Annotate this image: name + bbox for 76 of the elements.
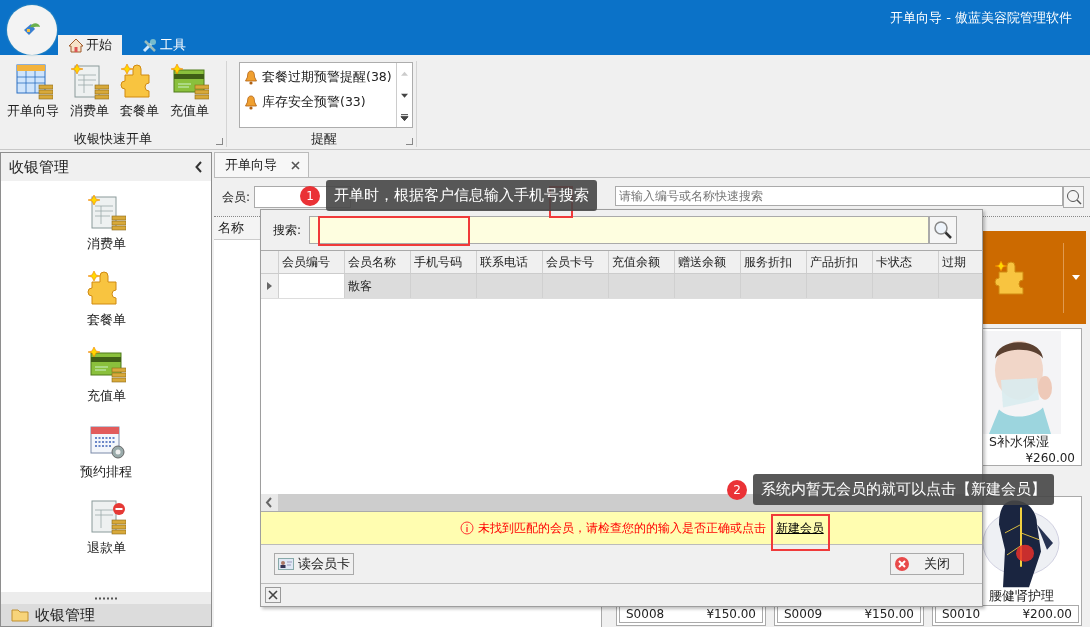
column-header[interactable]: 手机号码	[411, 251, 477, 273]
column-header[interactable]: 服务折扣	[741, 251, 807, 273]
read-card-button[interactable]: 读会员卡	[274, 553, 354, 575]
search-label: 搜索:	[273, 221, 302, 239]
column-header[interactable]: 充值余额	[609, 251, 675, 273]
launcher-icon[interactable]	[406, 138, 413, 145]
ribbon-tab[interactable]: 开始	[58, 35, 122, 55]
ribbon-button[interactable]: 消费单	[66, 61, 112, 131]
product-price: ¥150.00	[706, 607, 756, 621]
step-badge: 1	[300, 185, 320, 206]
id-card-icon	[278, 558, 294, 570]
search-button[interactable]	[1063, 186, 1085, 208]
column-header[interactable]: 会员卡号	[543, 251, 609, 273]
product-code: S0008	[626, 607, 665, 621]
column-header[interactable]: 联系电话	[477, 251, 543, 273]
search-button[interactable]	[929, 216, 958, 244]
sidebar-item[interactable]: 预约排程	[74, 419, 138, 482]
tools-icon	[142, 37, 158, 53]
bell-icon	[244, 95, 258, 110]
launcher-icon[interactable]	[216, 138, 223, 145]
sidebar-item[interactable]: 充值单	[80, 343, 132, 406]
close-icon	[268, 590, 278, 600]
folder-icon	[11, 608, 29, 622]
product-price: ¥150.00	[864, 607, 914, 621]
alert-item[interactable]: 库存安全预警(33)	[244, 92, 392, 113]
not-found-message: 未找到匹配的会员，请检查您的的输入是否正确或点击	[477, 519, 766, 537]
product-price: ¥260.00	[1024, 451, 1076, 465]
row-pointer-icon	[267, 282, 272, 290]
callout-text: 系统内暂无会员的就可以点击【新建会员】	[753, 474, 1054, 505]
product-name: S补水保湿	[989, 434, 1050, 451]
column-header[interactable]: 赠送余额	[675, 251, 741, 273]
close-icon[interactable]	[291, 160, 300, 170]
home-icon	[68, 37, 84, 53]
sidebar-item[interactable]: 套餐单	[80, 267, 132, 330]
column-header[interactable]: 过期	[939, 251, 982, 273]
column-header[interactable]: 产品折扣	[807, 251, 873, 273]
search-field[interactable]	[309, 216, 930, 244]
document-tab[interactable]: 开单向导	[214, 152, 309, 177]
group-label: 提醒	[310, 131, 337, 146]
column-header[interactable]: 会员编号	[279, 251, 345, 273]
product-code: S0010	[942, 607, 981, 621]
scroll-bar[interactable]	[395, 63, 412, 127]
window-title: 开单向导 - 傲蓝美容院管理软件	[890, 9, 1072, 27]
sidebar-item[interactable]: 消费单	[80, 191, 132, 254]
callout-text: 开单时，根据客户信息输入手机号搜索	[326, 180, 597, 211]
table-row[interactable]: 散客	[261, 274, 982, 299]
info-icon	[459, 521, 474, 535]
product-name: 腰健肾护理	[989, 588, 1055, 605]
product-price: ¥200.00	[1022, 607, 1072, 621]
member-label: 会员:	[222, 188, 251, 206]
highlight-frame	[770, 513, 830, 551]
cancel-icon	[894, 556, 910, 572]
quick-search-field[interactable]: 请输入编号或名称快速搜索	[615, 186, 1064, 206]
search-icon	[1065, 189, 1082, 205]
alert-item[interactable]: 套餐过期预警提醒(38)	[244, 67, 392, 88]
app-logo[interactable]	[7, 5, 57, 55]
table-cell: 散客	[348, 277, 372, 295]
bell-icon	[244, 70, 258, 85]
ribbon-button[interactable]: 套餐单	[116, 61, 162, 131]
ribbon-button[interactable]: 开单向导	[4, 61, 62, 131]
collapse-icon[interactable]	[195, 161, 203, 173]
grip-icon[interactable]	[94, 596, 118, 600]
close-button[interactable]	[265, 587, 281, 603]
ribbon-tab[interactable]: 工具	[132, 35, 196, 55]
sidebar-title: 收银管理	[9, 157, 69, 177]
close-button[interactable]: 关闭	[890, 553, 964, 575]
dropdown-icon[interactable]	[1072, 275, 1080, 280]
ribbon-button[interactable]: 充值单	[166, 61, 212, 131]
sidebar-item[interactable]: 退款单	[80, 495, 132, 558]
new-member-link[interactable]: 新建会员	[775, 519, 824, 537]
group-label: 收银快速开单	[74, 131, 152, 146]
column-header[interactable]: 卡状态	[873, 251, 939, 273]
search-icon	[933, 220, 954, 240]
column-header: 名称	[218, 219, 244, 237]
product-code: S0009	[784, 607, 823, 621]
column-header[interactable]: 会员名称	[345, 251, 411, 273]
